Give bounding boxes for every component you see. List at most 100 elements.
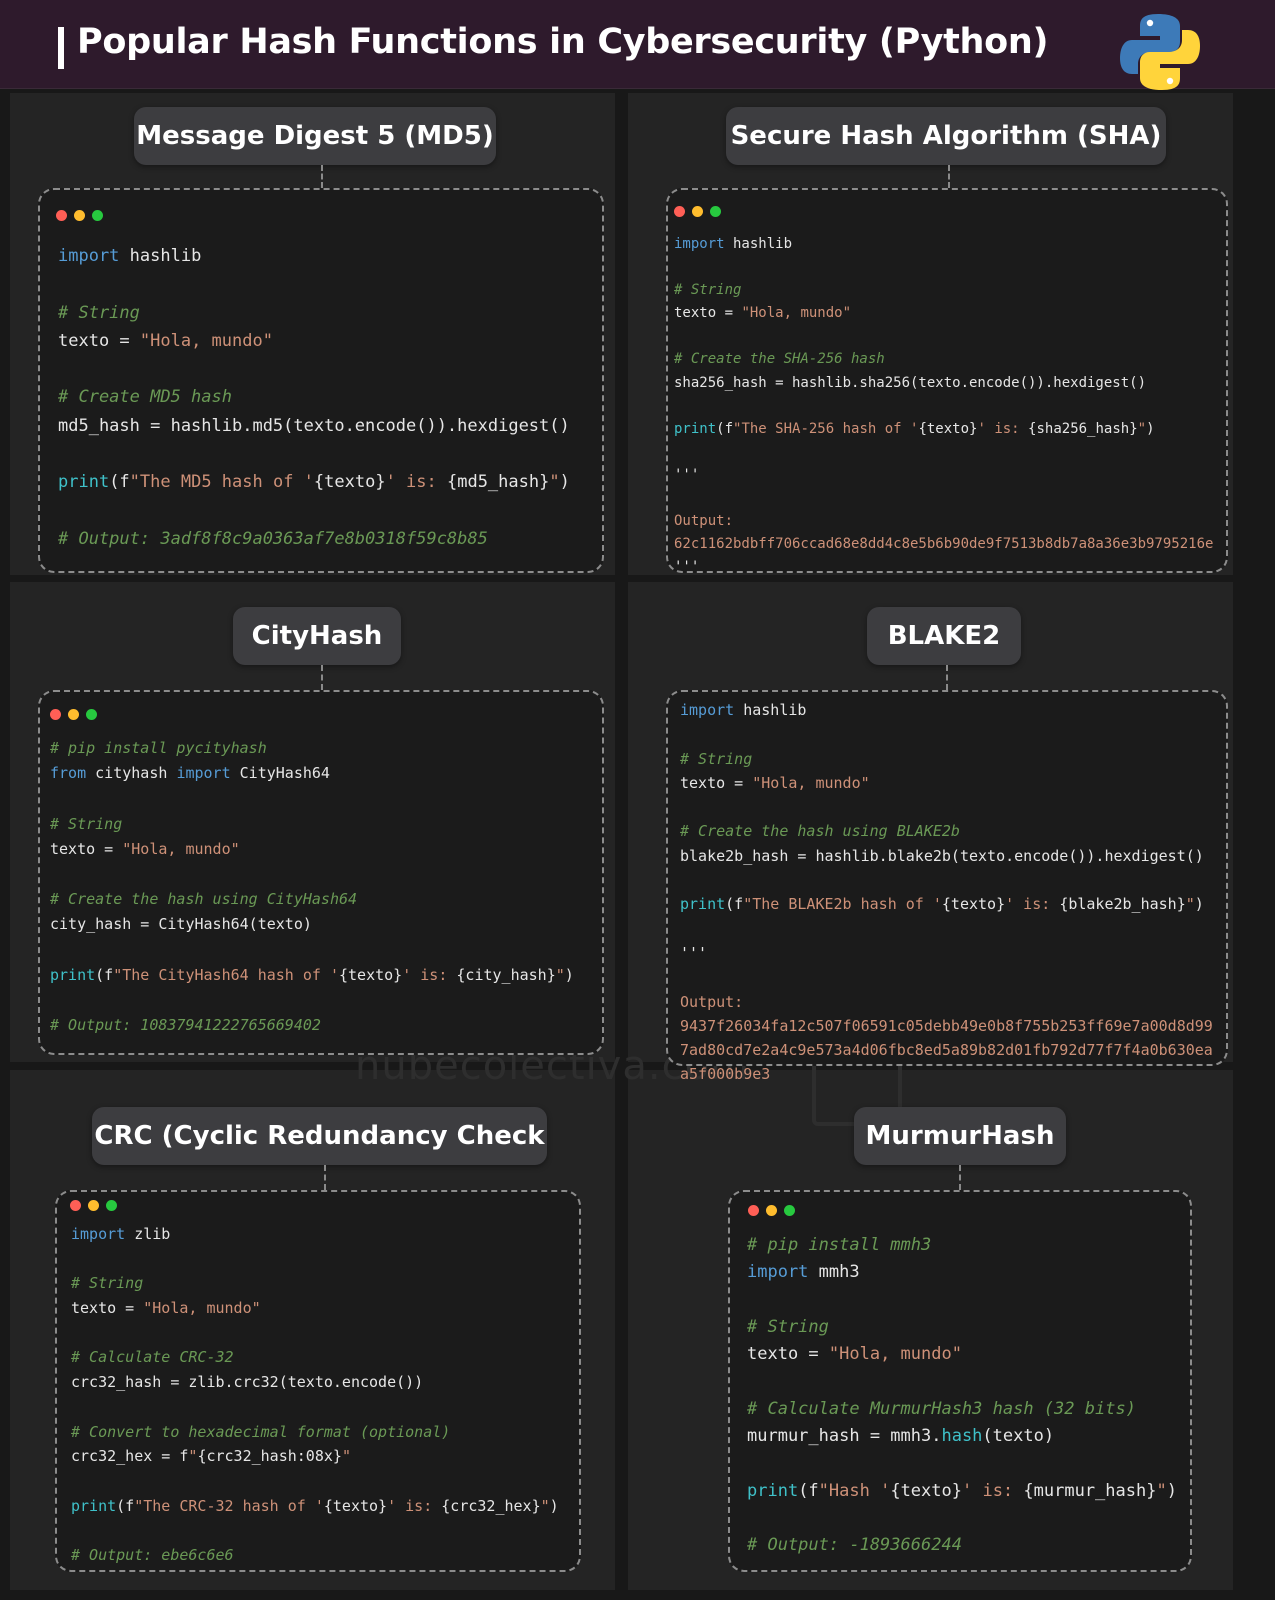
code-string: "The MD5 hash of ' [129,472,314,493]
code-comment: # String [50,814,123,833]
code-string: " [1156,1480,1167,1501]
code-comment: # String [680,749,753,768]
maximize-dot-icon [106,1200,117,1211]
python-logo-icon [1120,14,1200,90]
page-title: Popular Hash Functions in Cybersecurity … [77,22,1049,62]
minimize-dot-icon [68,709,79,720]
code-string: ' is: [402,965,457,984]
code-keyword: import [680,701,735,719]
code-text: {murmur_hash} [1023,1480,1157,1501]
code-line: # String [58,299,570,327]
maximize-dot-icon [92,210,103,221]
code-string: "Hola, mundo" [143,1299,261,1318]
code-text: ) [1146,420,1155,437]
code-keyword: import [71,1225,126,1243]
code-line: # Create the SHA-256 hash [674,348,1213,371]
code-block-md5: import hashlib # String texto = "Hola, mu… [58,242,570,553]
code-comment: # Output: ebe6c6e6 [71,1545,234,1564]
minimize-dot-icon [88,1200,99,1211]
code-function: print [747,1480,799,1501]
window-controls [674,206,721,217]
code-comment: # Create the hash using CityHash64 [50,890,358,909]
section-title-sha: Secure Hash Algorithm (SHA) [726,107,1166,165]
code-text: {texto} [339,965,403,984]
code-line: from cityhash import CityHash64 [50,761,574,786]
code-text: (f [109,472,130,493]
code-text: hashlib [119,246,202,266]
code-string: ' is: [977,420,1029,437]
code-text: {blake2b_hash} [1059,895,1186,914]
code-string: " [549,472,560,493]
code-string: "The CityHash64 hash of ' [113,965,339,984]
code-keyword: from [50,764,87,783]
code-line: # String [71,1271,559,1296]
code-text: (f [95,965,114,984]
code-line: print(f"The CRC-32 hash of '{texto}' is:… [71,1494,559,1519]
code-text: {crc32_hex} [441,1496,541,1515]
code-line: ''' [674,556,1213,579]
code-function: print [58,472,110,493]
code-function: print [680,895,726,914]
section-title-murmurhash: MurmurHash [854,1107,1066,1165]
code-line: blake2b_hash = hashlib.blake2b(texto.enc… [680,844,1213,868]
code-string: " [341,1447,351,1466]
code-line: texto = "Hola, mundo" [680,771,1213,795]
code-line: # Create MD5 hash [58,383,570,411]
code-text: ) [559,472,570,493]
section-title-cityhash: CityHash [233,607,401,665]
code-text: (f [716,420,734,437]
code-text: {city_hash} [456,965,556,984]
code-comment: # String [747,1316,829,1337]
code-string: "Hola, mundo" [752,773,870,792]
code-string: " [1137,420,1147,437]
code-comment: # pip install mmh3 [747,1235,932,1255]
code-function: hash [941,1426,983,1447]
code-text: texto = [71,1299,144,1318]
code-string: ' is: [1005,895,1060,914]
code-output: a5f000b9e3 [680,1065,771,1084]
code-output: Output: [680,992,744,1011]
window-controls [56,210,103,221]
window-controls [748,1205,795,1216]
maximize-dot-icon [710,206,721,217]
close-dot-icon [50,709,61,720]
connector [321,665,323,690]
code-text: {texto} [941,895,1006,914]
code-line: # Output: 3adf8f8c9a0363af7e8b0318f59c8b… [58,525,570,553]
code-comment: # String [71,1274,144,1293]
code-function: print [71,1496,117,1515]
code-line: murmur_hash = mmh3.hash(texto) [747,1423,1177,1450]
window-controls [50,709,97,720]
code-text: hashlib [734,701,807,719]
code-text: (f [725,895,744,914]
code-keyword: import [747,1262,809,1283]
code-comment: # pip install pycityhash [50,739,267,757]
code-text: {texto} [323,1496,388,1515]
maximize-dot-icon [86,709,97,720]
code-line: import hashlib [674,233,1213,256]
code-text: (f [798,1480,819,1501]
close-dot-icon [748,1205,759,1216]
title-accent-bar [58,27,64,69]
code-output: 7ad80cd7e2a4c9e573a4d06fbc8ed5a89b82d01f… [680,1041,1213,1060]
window-controls [70,1200,117,1211]
code-text: texto = [58,330,140,351]
section-title-blake2: BLAKE2 [867,607,1021,665]
code-block-sha: import hashlib # String texto = "Hola, mu… [674,233,1213,579]
code-comment: # Output: -1893666244 [747,1535,962,1556]
code-line: import hashlib [680,698,1213,722]
